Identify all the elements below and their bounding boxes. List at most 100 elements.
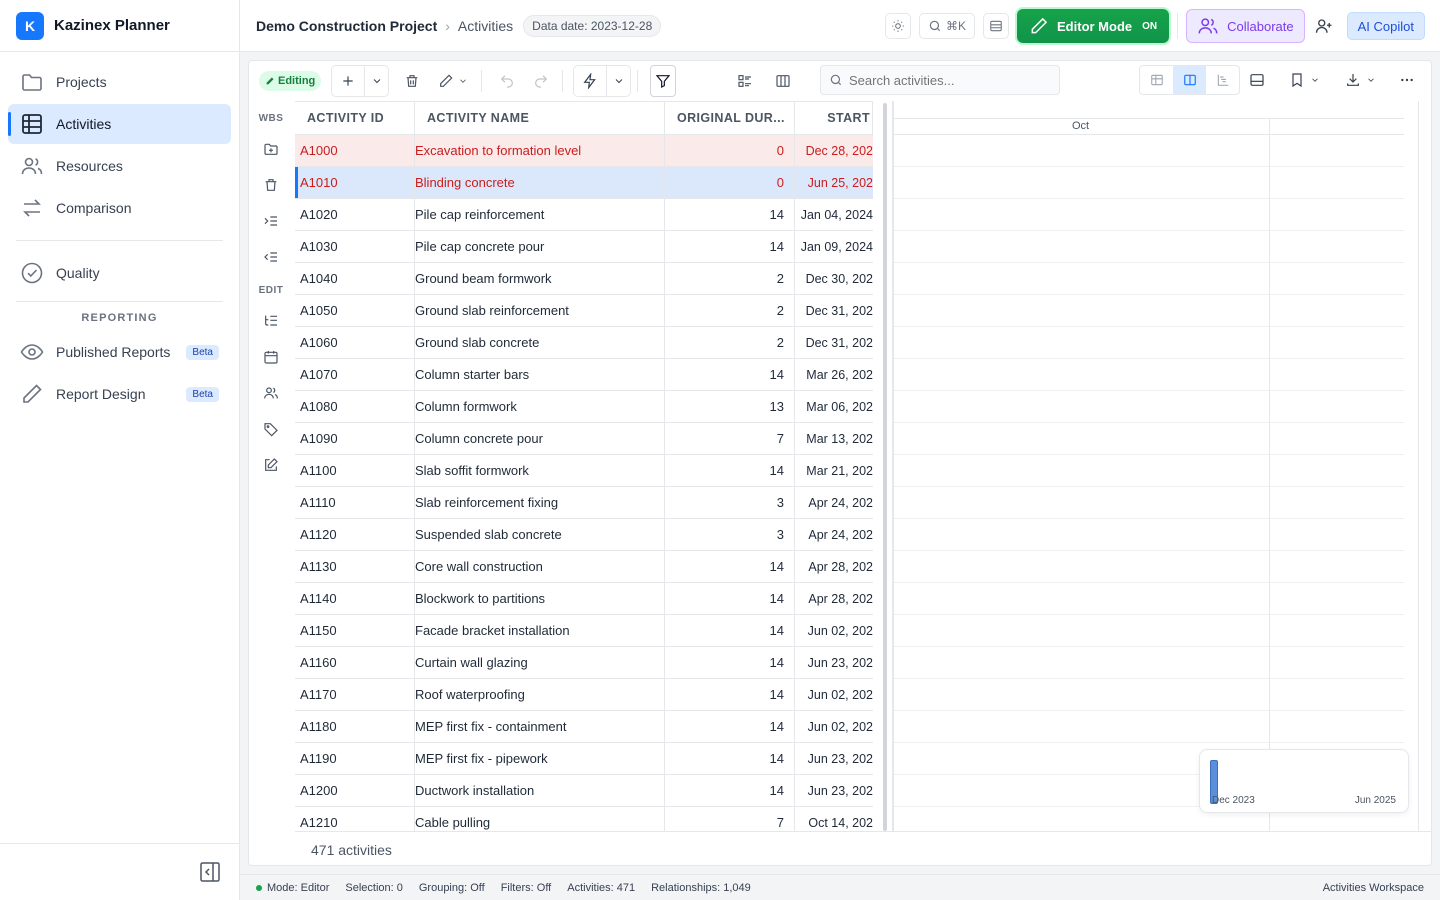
export-button[interactable] xyxy=(1345,65,1376,95)
cell-original-duration[interactable]: 14 xyxy=(665,775,795,806)
delete-wbs-button[interactable] xyxy=(257,167,285,203)
add-wbs-button[interactable] xyxy=(257,131,285,167)
cell-original-duration[interactable]: 14 xyxy=(665,679,795,710)
cell-original-duration[interactable]: 2 xyxy=(665,327,795,358)
table-row[interactable]: A1100 Slab soffit formwork 14 Mar 21, 202 xyxy=(295,455,873,487)
cell-activity-name[interactable]: Core wall construction xyxy=(415,551,665,582)
cell-original-duration[interactable]: 14 xyxy=(665,583,795,614)
sidebar-item-quality[interactable]: Quality xyxy=(8,253,231,293)
add-user-icon[interactable] xyxy=(1315,17,1333,35)
cell-activity-name[interactable]: Column formwork xyxy=(415,391,665,422)
theme-toggle-button[interactable] xyxy=(885,13,911,39)
cell-original-duration[interactable]: 0 xyxy=(665,135,795,166)
cell-start[interactable]: Jun 02, 202 xyxy=(795,615,873,646)
brand[interactable]: K Kazinex Planner xyxy=(0,0,239,52)
gantt-row[interactable] xyxy=(894,551,1404,583)
assign-resources-button[interactable] xyxy=(257,375,285,411)
table-row[interactable]: A1050 Ground slab reinforcement 2 Dec 31, 2… xyxy=(295,295,873,327)
gantt-row[interactable] xyxy=(894,519,1404,551)
gantt-row[interactable] xyxy=(894,423,1404,455)
cell-activity-id[interactable]: A1170 xyxy=(295,679,415,710)
delete-button[interactable] xyxy=(397,66,427,96)
cell-start[interactable]: Dec 30, 202 xyxy=(795,263,873,294)
table-row[interactable]: A1170 Roof waterproofing 14 Jun 02, 202 xyxy=(295,679,873,711)
cell-activity-name[interactable]: Slab reinforcement fixing xyxy=(415,487,665,518)
cell-activity-id[interactable]: A1180 xyxy=(295,711,415,742)
cell-start[interactable]: Jun 02, 202 xyxy=(795,679,873,710)
cell-activity-name[interactable]: MEP first fix - containment xyxy=(415,711,665,742)
gantt-row[interactable] xyxy=(894,295,1404,327)
cell-activity-id[interactable]: A1090 xyxy=(295,423,415,454)
cell-activity-id[interactable]: A1040 xyxy=(295,263,415,294)
cell-activity-name[interactable]: Suspended slab concrete xyxy=(415,519,665,550)
gantt-row[interactable] xyxy=(894,263,1404,295)
outdent-button[interactable] xyxy=(257,239,285,275)
gantt-row[interactable] xyxy=(894,167,1404,199)
cell-activity-name[interactable]: Ground slab reinforcement xyxy=(415,295,665,326)
cell-activity-name[interactable]: Slab soffit formwork xyxy=(415,455,665,486)
ai-copilot-button[interactable]: AI Copilot xyxy=(1346,12,1425,40)
table-row[interactable]: A1120 Suspended slab concrete 3 Apr 24, 202 xyxy=(295,519,873,551)
cell-activity-name[interactable]: Cable pulling xyxy=(415,807,665,831)
gantt-row[interactable] xyxy=(894,391,1404,423)
bookmarks-button[interactable] xyxy=(1289,65,1320,95)
table-row[interactable]: A1180 MEP first fix - containment 14 Jun 02… xyxy=(295,711,873,743)
editor-mode-toggle[interactable]: Editor Mode ON xyxy=(1017,9,1170,43)
cell-start[interactable]: Jan 04, 2024 xyxy=(795,199,873,230)
cell-activity-id[interactable]: A1100 xyxy=(295,455,415,486)
cell-original-duration[interactable]: 7 xyxy=(665,807,795,831)
more-options-button[interactable] xyxy=(1399,65,1415,95)
cell-activity-id[interactable]: A1160 xyxy=(295,647,415,678)
view-split[interactable] xyxy=(1173,66,1206,94)
cell-start[interactable]: Mar 21, 202 xyxy=(795,455,873,486)
table-row[interactable]: A1080 Column formwork 13 Mar 06, 202 xyxy=(295,391,873,423)
cell-activity-name[interactable]: Pile cap concrete pour xyxy=(415,231,665,262)
gantt-row[interactable] xyxy=(894,199,1404,231)
cell-activity-name[interactable]: Curtain wall glazing xyxy=(415,647,665,678)
table-row[interactable]: A1190 MEP first fix - pipework 14 Jun 23, 2… xyxy=(295,743,873,775)
table-splitter[interactable] xyxy=(883,103,887,831)
cell-activity-name[interactable]: Facade bracket installation xyxy=(415,615,665,646)
edit-button[interactable] xyxy=(431,66,475,96)
table-row[interactable]: A1000 Excavation to formation level 0 Dec 2… xyxy=(295,135,873,167)
table-row[interactable]: A1130 Core wall construction 14 Apr 28, 202 xyxy=(295,551,873,583)
sidebar-item-resources[interactable]: Resources xyxy=(8,146,231,186)
cell-original-duration[interactable]: 14 xyxy=(665,647,795,678)
cell-activity-name[interactable]: Ground slab concrete xyxy=(415,327,665,358)
sidebar-item-activities[interactable]: Activities xyxy=(8,104,231,144)
gantt-row[interactable] xyxy=(894,359,1404,391)
command-search-button[interactable]: ⌘K xyxy=(919,13,976,39)
gantt-row[interactable] xyxy=(894,455,1404,487)
table-row[interactable]: A1090 Column concrete pour 7 Mar 13, 202 xyxy=(295,423,873,455)
cell-activity-name[interactable]: Pile cap reinforcement xyxy=(415,199,665,230)
gantt-row[interactable] xyxy=(894,487,1404,519)
cell-original-duration[interactable]: 14 xyxy=(665,551,795,582)
bulk-edit-button[interactable] xyxy=(257,303,285,339)
search-input[interactable] xyxy=(849,72,1049,88)
gantt-row[interactable] xyxy=(894,679,1404,711)
cell-activity-id[interactable]: A1130 xyxy=(295,551,415,582)
timeline-minimap[interactable]: Dec 2023 Jun 2025 xyxy=(1199,749,1409,813)
codes-button[interactable] xyxy=(257,411,285,447)
gantt-row[interactable] xyxy=(894,135,1404,167)
cell-start[interactable]: Mar 13, 202 xyxy=(795,423,873,454)
cell-activity-id[interactable]: A1030 xyxy=(295,231,415,262)
table-row[interactable]: A1140 Blockwork to partitions 14 Apr 28, 20… xyxy=(295,583,873,615)
table-row[interactable]: A1070 Column starter bars 14 Mar 26, 202 xyxy=(295,359,873,391)
cell-start[interactable]: Jun 25, 202 xyxy=(795,167,873,198)
view-table-only[interactable] xyxy=(1140,66,1173,94)
cell-original-duration[interactable]: 2 xyxy=(665,295,795,326)
cell-activity-id[interactable]: A1010 xyxy=(295,167,415,198)
filter-button[interactable] xyxy=(650,65,677,97)
cell-start[interactable]: Dec 28, 202 xyxy=(795,135,873,166)
activity-search[interactable] xyxy=(820,65,1060,95)
calendar-button[interactable] xyxy=(257,339,285,375)
sidebar-item-published-reports[interactable]: Published Reports Beta xyxy=(8,332,231,372)
breadcrumb-project[interactable]: Demo Construction Project xyxy=(256,18,437,34)
cell-activity-id[interactable]: A1200 xyxy=(295,775,415,806)
cell-start[interactable]: Jun 23, 202 xyxy=(795,647,873,678)
add-activity-menu-button[interactable] xyxy=(364,66,388,96)
cell-activity-name[interactable]: Column starter bars xyxy=(415,359,665,390)
cell-original-duration[interactable]: 3 xyxy=(665,519,795,550)
gantt-row[interactable] xyxy=(894,583,1404,615)
